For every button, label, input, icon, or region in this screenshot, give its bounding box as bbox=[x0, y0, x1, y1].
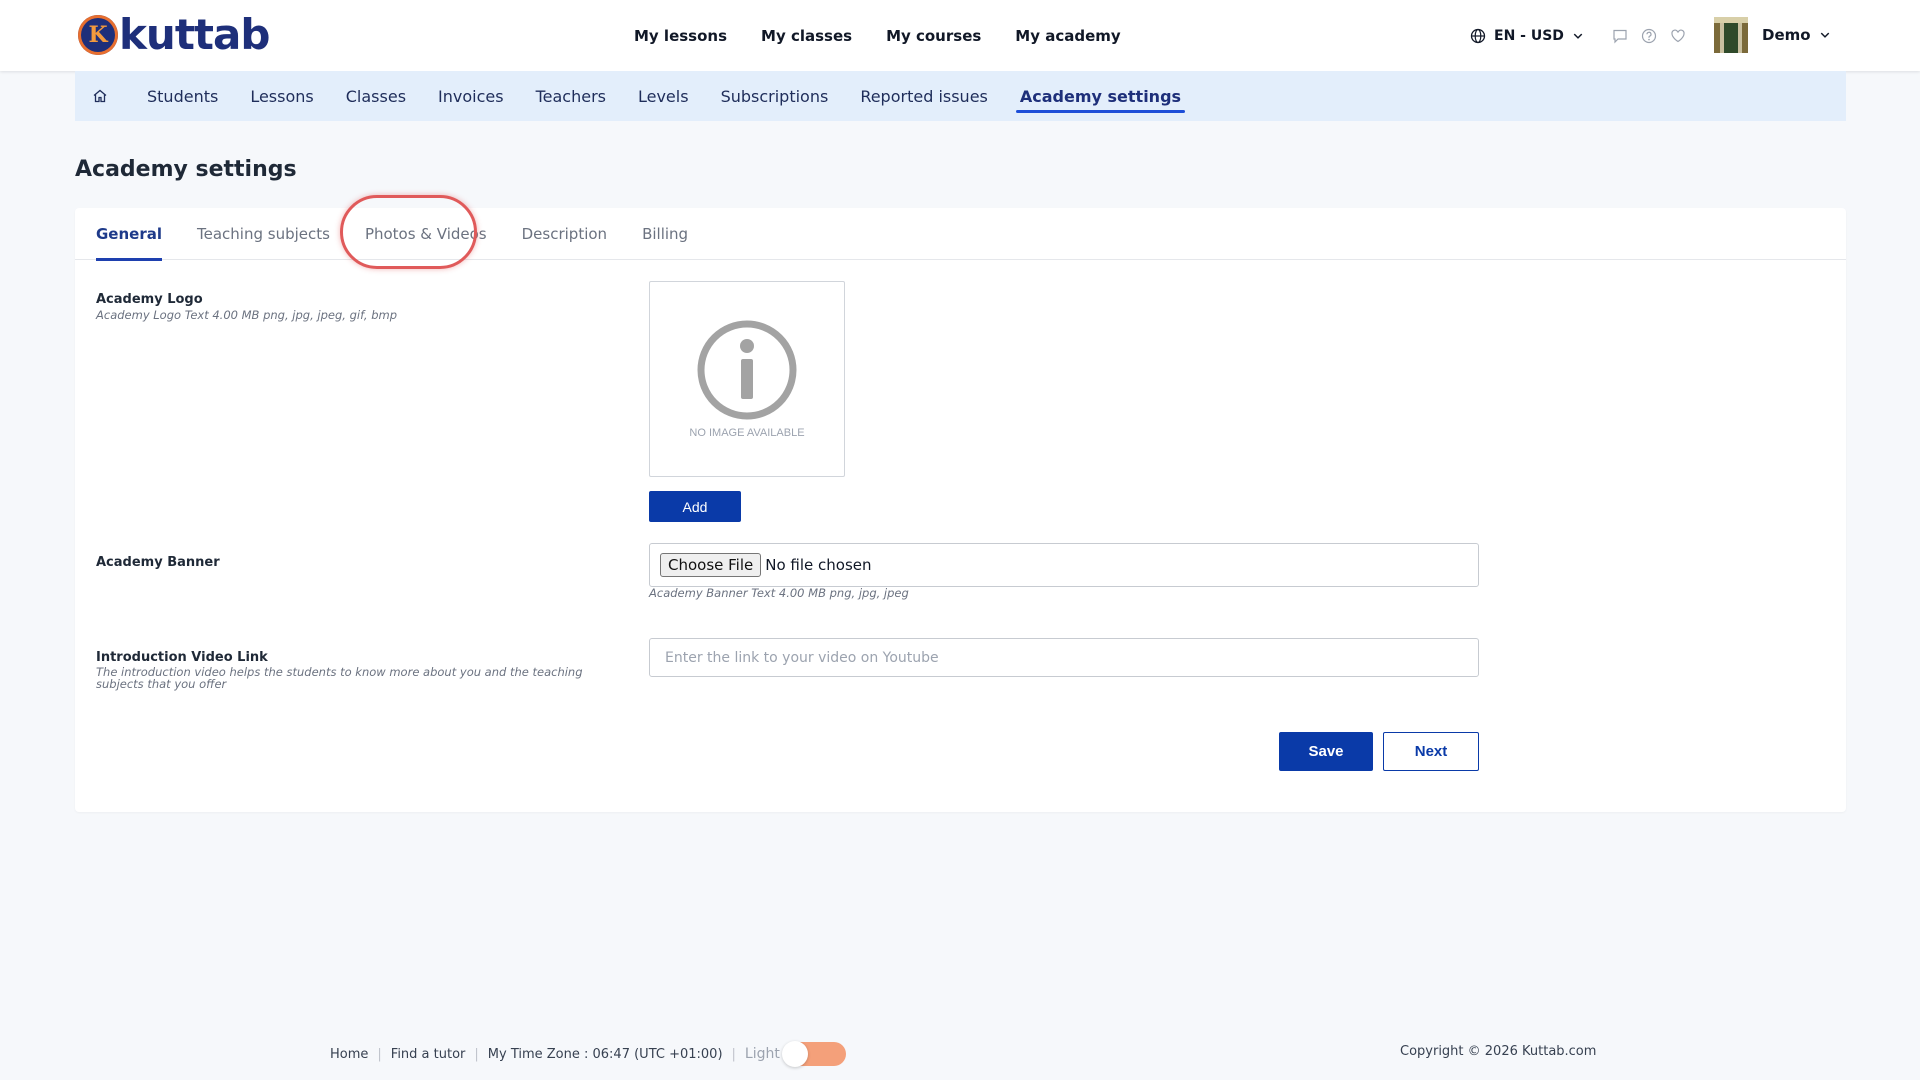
nav-my-courses[interactable]: My courses bbox=[886, 27, 981, 45]
academy-logo-label: Academy Logo bbox=[96, 292, 203, 307]
subnav-item-students[interactable]: Students bbox=[131, 71, 234, 121]
academy-banner-label: Academy Banner bbox=[96, 555, 220, 570]
footer-separator: | bbox=[731, 1046, 736, 1062]
theme-toggle[interactable] bbox=[781, 1041, 846, 1067]
subnav-item-teachers[interactable]: Teachers bbox=[520, 71, 622, 121]
footer-link-home[interactable]: Home bbox=[330, 1047, 368, 1062]
tab-photos-videos[interactable]: Photos & Videos bbox=[365, 208, 487, 260]
footer-timezone[interactable]: My Time Zone : 06:47 (UTC +01:00) bbox=[488, 1047, 723, 1062]
logo-mark-icon: K bbox=[78, 15, 118, 55]
save-button[interactable]: Save bbox=[1279, 732, 1373, 771]
subnav-item-academy-settings[interactable]: Academy settings bbox=[1004, 71, 1197, 121]
intro-video-label: Introduction Video Link bbox=[96, 650, 268, 665]
info-icon bbox=[697, 320, 797, 420]
theme-label: Light bbox=[744, 1046, 780, 1062]
settings-tabs: General Teaching subjects Photos & Video… bbox=[75, 208, 1846, 261]
intro-video-link-input[interactable] bbox=[649, 638, 1479, 677]
chat-icon[interactable] bbox=[1612, 28, 1628, 44]
header-icons bbox=[1612, 0, 1686, 71]
banner-file-input[interactable]: Choose File No file chosen bbox=[649, 543, 1479, 587]
intro-video-hint-line2: subjects that you offer bbox=[96, 677, 227, 691]
tab-teaching-subjects[interactable]: Teaching subjects bbox=[197, 208, 330, 260]
subnav-item-subscriptions[interactable]: Subscriptions bbox=[705, 71, 845, 121]
nav-my-classes[interactable]: My classes bbox=[761, 27, 852, 45]
chevron-down-icon bbox=[1820, 32, 1829, 38]
globe-icon bbox=[1470, 28, 1486, 43]
settings-card: General Teaching subjects Photos & Video… bbox=[75, 195, 1846, 812]
chevron-down-icon bbox=[1573, 33, 1583, 39]
language-label: EN - USD bbox=[1494, 27, 1564, 44]
tab-description[interactable]: Description bbox=[522, 208, 607, 260]
nav-my-lessons[interactable]: My lessons bbox=[634, 27, 727, 45]
home-button[interactable] bbox=[75, 71, 125, 121]
heart-icon[interactable] bbox=[1670, 28, 1686, 44]
subnav-item-reported-issues[interactable]: Reported issues bbox=[844, 71, 1004, 121]
academy-banner-hint: Academy Banner Text 4.00 MB png, jpg, jp… bbox=[649, 586, 909, 600]
footer: Home | Find a tutor | My Time Zone : 06:… bbox=[330, 1041, 846, 1067]
subnav-item-classes[interactable]: Classes bbox=[330, 71, 422, 121]
nav-my-academy[interactable]: My academy bbox=[1015, 27, 1120, 45]
next-button[interactable]: Next bbox=[1383, 732, 1479, 771]
logo-preview: NO IMAGE AVAILABLE bbox=[649, 281, 845, 477]
logo-letter: K bbox=[88, 22, 108, 48]
academy-logo-hint: Academy Logo Text 4.00 MB png, jpg, jpeg… bbox=[96, 308, 398, 322]
logo-text: kuttab bbox=[119, 10, 270, 59]
no-image-text: NO IMAGE AVAILABLE bbox=[689, 427, 805, 439]
user-menu[interactable]: Demo bbox=[1714, 17, 1831, 53]
help-icon[interactable] bbox=[1641, 28, 1657, 44]
page-title: Academy settings bbox=[75, 157, 297, 182]
footer-separator: | bbox=[377, 1046, 382, 1062]
footer-separator: | bbox=[474, 1046, 479, 1062]
add-logo-button[interactable]: Add bbox=[649, 491, 741, 522]
language-currency-selector[interactable]: EN - USD bbox=[1470, 0, 1584, 71]
subnav-item-lessons[interactable]: Lessons bbox=[234, 71, 329, 121]
footer-link-find-tutor[interactable]: Find a tutor bbox=[391, 1047, 466, 1062]
subnav-item-invoices[interactable]: Invoices bbox=[422, 71, 520, 121]
subnav-items: Students Lessons Classes Invoices Teache… bbox=[131, 71, 1197, 121]
academy-subnav: Students Lessons Classes Invoices Teache… bbox=[75, 71, 1846, 121]
tab-billing[interactable]: Billing bbox=[642, 208, 688, 260]
file-status: No file chosen bbox=[765, 556, 872, 574]
subnav-item-levels[interactable]: Levels bbox=[622, 71, 705, 121]
main-nav: My lessons My classes My courses My acad… bbox=[634, 0, 1121, 71]
choose-file-button[interactable]: Choose File bbox=[660, 553, 762, 577]
home-icon bbox=[93, 89, 107, 103]
kuttab-logo[interactable]: K kuttab bbox=[78, 10, 270, 59]
top-header: K kuttab My lessons My classes My course… bbox=[0, 0, 1920, 71]
user-name: Demo bbox=[1762, 26, 1811, 44]
avatar bbox=[1714, 17, 1748, 53]
copyright: Copyright © 2026 Kuttab.com bbox=[1400, 1044, 1597, 1059]
toggle-knob bbox=[781, 1041, 808, 1067]
tab-general[interactable]: General bbox=[96, 208, 162, 261]
